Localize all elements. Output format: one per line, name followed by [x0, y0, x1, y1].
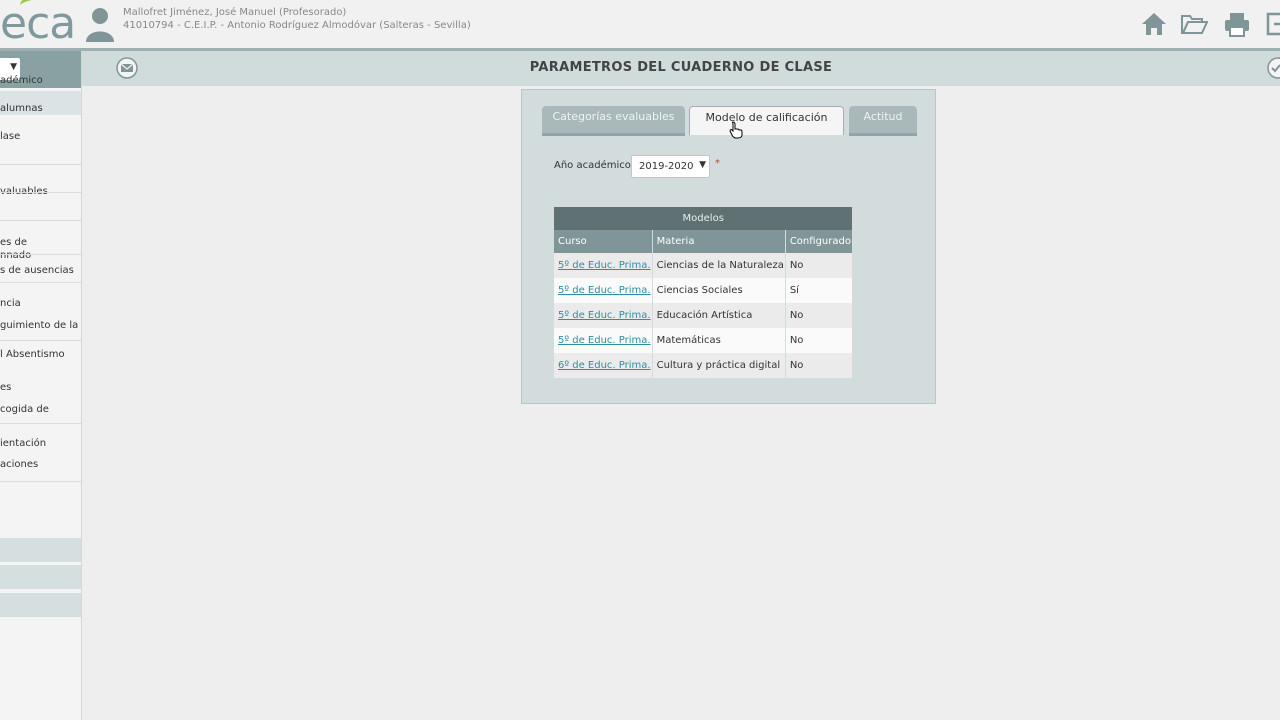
column-header-configurado: Configurado — [785, 230, 853, 253]
tab-actitud[interactable]: Actitud — [849, 106, 917, 136]
curso-link[interactable]: 5º de Educ. Prima. — [558, 285, 651, 296]
cell-materia: Cultura y práctica digital — [652, 353, 786, 378]
cell-materia: Matemáticas — [652, 328, 786, 353]
sidebar-divider — [0, 254, 81, 255]
sidebar-divider — [0, 220, 81, 221]
cell-configurado: No — [785, 353, 853, 378]
sidebar-divider — [0, 340, 81, 341]
column-header-curso: Curso — [554, 230, 653, 253]
user-avatar-icon — [86, 8, 114, 42]
sidebar-section-band[interactable] — [0, 538, 81, 562]
cell-curso: 6º de Educ. Prima. — [554, 353, 653, 378]
table-row: 5º de Educ. Prima. Ciencias de la Natural… — [554, 253, 853, 278]
tab-modelo-calificacion[interactable]: Modelo de calificación — [689, 106, 844, 135]
table-row: 6º de Educ. Prima. Cultura y práctica dig… — [554, 353, 853, 378]
page-title-bar: PARAMETROS DEL CUADERNO DE CLASE — [82, 51, 1280, 86]
sidebar-item[interactable]: cogida de — [0, 403, 81, 416]
user-school: 41010794 - C.E.I.P. - Antonio Rodríguez … — [123, 20, 471, 31]
sidebar-item[interactable]: guimiento de la — [0, 319, 81, 332]
models-table: Modelos Curso Materia Configurado 5º de … — [554, 207, 853, 378]
print-icon[interactable] — [1223, 10, 1251, 38]
table-caption: Modelos — [554, 207, 853, 230]
check-icon[interactable] — [1266, 57, 1280, 79]
sidebar-item[interactable]: ncia — [0, 297, 81, 310]
exit-icon[interactable] — [1264, 10, 1280, 38]
cell-curso: 5º de Educ. Prima. — [554, 278, 653, 303]
sidebar-item[interactable]: ientación — [0, 437, 81, 450]
cell-materia: Ciencias de la Naturaleza — [652, 253, 786, 278]
sidebar: ▼ adémicoalumnaslasevaluableses dennados… — [0, 51, 82, 720]
chevron-down-icon: ▼ — [699, 160, 706, 170]
sidebar-divider — [0, 423, 81, 424]
sidebar-item[interactable]: adémico — [0, 74, 81, 87]
sidebar-item[interactable]: lase — [0, 130, 81, 143]
sidebar-item[interactable]: es de — [0, 236, 81, 249]
sidebar-item[interactable]: alumnas — [0, 102, 81, 115]
cell-configurado: No — [785, 303, 853, 328]
sidebar-divider — [0, 164, 81, 165]
curso-link[interactable]: 5º de Educ. Prima. — [558, 310, 651, 321]
tab-categorias-evaluables[interactable]: Categorías evaluables — [542, 106, 685, 136]
required-mark: * — [715, 158, 720, 169]
page-title: PARAMETROS DEL CUADERNO DE CLASE — [529, 60, 833, 75]
sidebar-divider — [0, 192, 81, 193]
sidebar-item[interactable]: aciones — [0, 458, 81, 471]
sidebar-item[interactable]: nnado — [0, 249, 81, 262]
sidebar-item[interactable]: l Absentismo — [0, 348, 81, 361]
top-header: eca Mallofret Jiménez, José Manuel (Prof… — [0, 0, 1280, 51]
sidebar-divider — [0, 282, 81, 283]
column-header-materia: Materia — [652, 230, 786, 253]
cell-configurado: No — [785, 253, 853, 278]
cell-curso: 5º de Educ. Prima. — [554, 253, 653, 278]
curso-link[interactable]: 5º de Educ. Prima. — [558, 260, 651, 271]
cell-configurado: Sí — [785, 278, 853, 303]
cell-curso: 5º de Educ. Prima. — [554, 328, 653, 353]
chevron-down-icon: ▼ — [10, 62, 17, 72]
sidebar-item[interactable]: s de ausencias — [0, 264, 81, 277]
table-row: 5º de Educ. Prima. Educación Artística No — [554, 303, 853, 328]
cell-materia: Ciencias Sociales — [652, 278, 786, 303]
mouse-pointer-icon — [729, 121, 743, 139]
home-icon[interactable] — [1140, 10, 1168, 38]
curso-link[interactable]: 5º de Educ. Prima. — [558, 335, 651, 346]
sidebar-divider — [0, 481, 81, 482]
sidebar-section-band[interactable] — [0, 565, 81, 589]
year-select[interactable]: 2019-2020 ▼ — [631, 155, 710, 178]
folder-open-icon[interactable] — [1180, 10, 1208, 38]
curso-link[interactable]: 6º de Educ. Prima. — [558, 360, 651, 371]
user-name: Mallofret Jiménez, José Manuel (Profesor… — [123, 7, 347, 18]
year-label: Año académico: — [554, 160, 635, 171]
cell-configurado: No — [785, 328, 853, 353]
cell-materia: Educación Artística — [652, 303, 786, 328]
table-row: 5º de Educ. Prima. Matemáticas No — [554, 328, 853, 353]
table-row: 5º de Educ. Prima. Ciencias Sociales Sí — [554, 278, 853, 303]
sidebar-item[interactable]: es — [0, 381, 81, 394]
sidebar-section-band[interactable] — [0, 593, 81, 617]
user-info: Mallofret Jiménez, José Manuel (Profesor… — [123, 6, 471, 32]
year-select-value: 2019-2020 — [639, 161, 694, 172]
cell-curso: 5º de Educ. Prima. — [554, 303, 653, 328]
app-logo[interactable]: eca — [0, 0, 76, 46]
